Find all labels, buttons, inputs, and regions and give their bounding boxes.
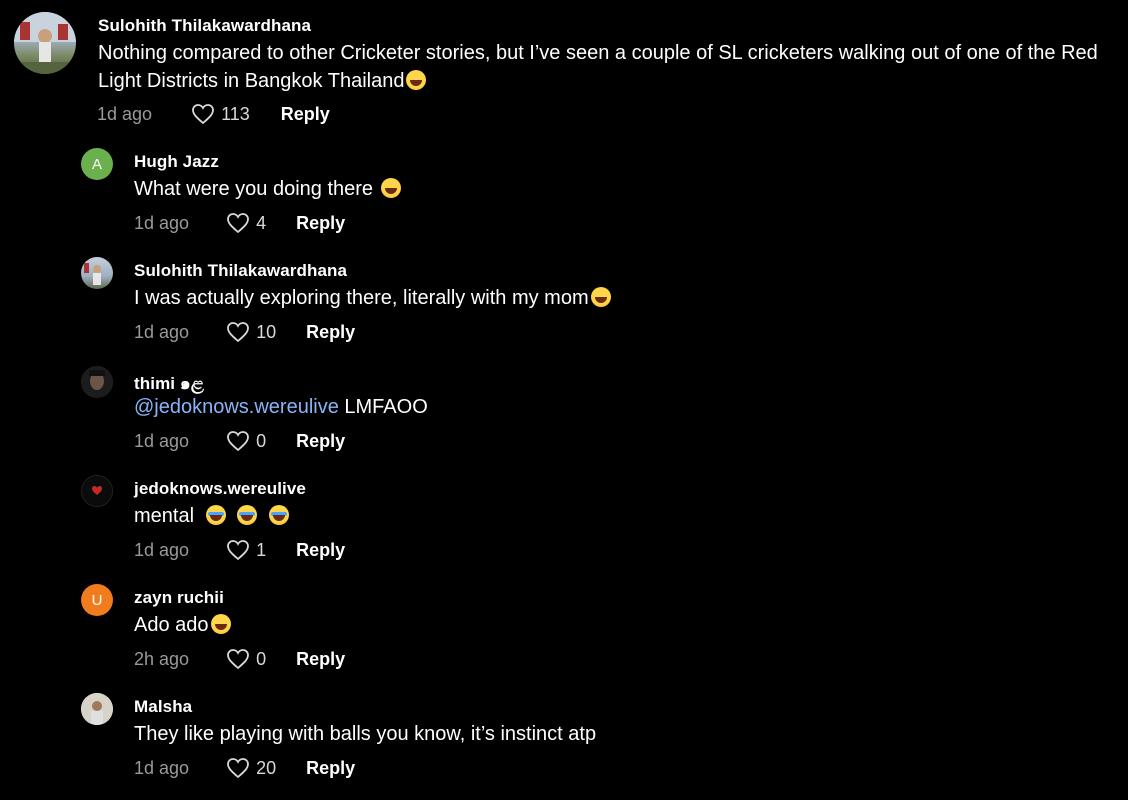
laughing-face-emoji [590,287,611,307]
comment-time: 1d ago [134,321,190,342]
comment-time: 2h ago [134,648,190,669]
heart-outline-icon[interactable] [226,757,250,779]
avatar[interactable] [81,366,113,398]
like-button[interactable]: 20 [226,757,276,779]
comment-text: mental [134,502,1128,530]
like-count: 10 [256,321,277,342]
avatar-photo [81,693,113,725]
laughing-face-emoji [380,178,401,198]
crying-face-emoji [237,505,258,525]
like-button[interactable]: 10 [226,321,276,343]
avatar[interactable] [81,693,113,725]
comment-time: 1d ago [134,212,190,233]
crying-face-emoji [268,505,289,525]
reply-button[interactable]: Reply [296,431,345,452]
comment-meta: 1d ago 113 Reply [97,103,330,125]
avatar-photo [14,12,76,74]
like-button[interactable]: 0 [226,430,266,452]
like-button[interactable]: 0 [226,648,266,670]
reply-button[interactable]: Reply [296,649,345,670]
comment-text: Ado ado [134,611,1128,639]
like-count: 20 [256,757,277,778]
like-count: 0 [256,648,267,669]
comment-meta: 1d ago 1 Reply [134,539,345,561]
like-button[interactable]: 113 [191,103,250,125]
comment-text: Nothing compared to other Cricketer stor… [98,39,1108,95]
avatar[interactable] [81,257,113,289]
reply-button[interactable]: Reply [296,540,345,561]
comment-text: They like playing with balls you know, i… [134,720,1128,748]
comment-text-body: Nothing compared to other Cricketer stor… [98,42,1098,92]
comment-author[interactable]: Malsha [134,697,192,717]
comment-time: 1d ago [134,539,190,560]
comment-time: 1d ago [134,430,190,451]
comment-time: 1d ago [97,103,153,124]
avatar[interactable]: A [81,148,113,180]
heart-outline-icon[interactable] [226,539,250,561]
avatar-photo [82,476,112,506]
reply-button[interactable]: Reply [281,104,330,125]
avatar-photo [81,366,113,398]
comment-author[interactable]: jedoknows.wereulive [134,479,306,499]
comment-meta: 1d ago 4 Reply [134,212,345,234]
comment-meta: 1d ago 20 Reply [134,757,355,779]
laughing-face-emoji [406,70,427,90]
comment-author[interactable]: Sulohith Thilakawardhana [98,16,311,36]
avatar-letter: U [91,591,103,609]
avatar-photo [84,263,101,285]
comment-text-body: I was actually exploring there, literall… [134,287,589,309]
heart-outline-icon[interactable] [226,321,250,343]
reply-button[interactable]: Reply [306,758,355,779]
heart-outline-icon[interactable] [226,648,250,670]
heart-outline-icon[interactable] [191,103,215,125]
crying-face-emoji [205,505,226,525]
comment-meta: 1d ago 0 Reply [134,430,345,452]
comment-text-body: What were you doing there [134,178,374,200]
comment-author[interactable]: Hugh Jazz [134,152,219,172]
comment-text-body: LMFAOO [338,396,428,418]
like-button[interactable]: 4 [226,212,266,234]
reply-button[interactable]: Reply [296,213,345,234]
comment-meta: 2h ago 0 Reply [134,648,345,670]
like-button[interactable]: 1 [226,539,266,561]
comment-time: 1d ago [134,757,190,778]
laughing-face-emoji [210,614,231,634]
comment-meta: 1d ago 10 Reply [134,321,355,343]
like-count: 1 [256,539,267,560]
avatar[interactable] [14,12,76,74]
avatar[interactable] [81,475,113,507]
avatar-letter: A [91,155,102,173]
comment-text-body: They like playing with balls you know, i… [134,723,597,745]
heart-outline-icon[interactable] [226,212,250,234]
comment-author[interactable]: zayn ruchii [134,588,224,608]
heart-outline-icon[interactable] [226,430,250,452]
avatar[interactable]: U [81,584,113,616]
reply-button[interactable]: Reply [306,322,355,343]
like-count: 4 [256,212,267,233]
comment-text: @jedoknows.wereulive LMFAOO [134,393,1128,421]
comment-text: What were you doing there [134,175,1128,203]
comment-text-body: mental [134,505,195,527]
comment-author[interactable]: Sulohith Thilakawardhana [134,261,347,281]
comment-text: I was actually exploring there, literall… [134,284,1128,312]
like-count: 113 [221,103,250,124]
mention-link[interactable]: @jedoknows.wereulive [134,396,339,418]
like-count: 0 [256,430,267,451]
comment-text-body: Ado ado [134,614,209,636]
comment-thread: Sulohith Thilakawardhana Nothing compare… [0,0,1128,800]
